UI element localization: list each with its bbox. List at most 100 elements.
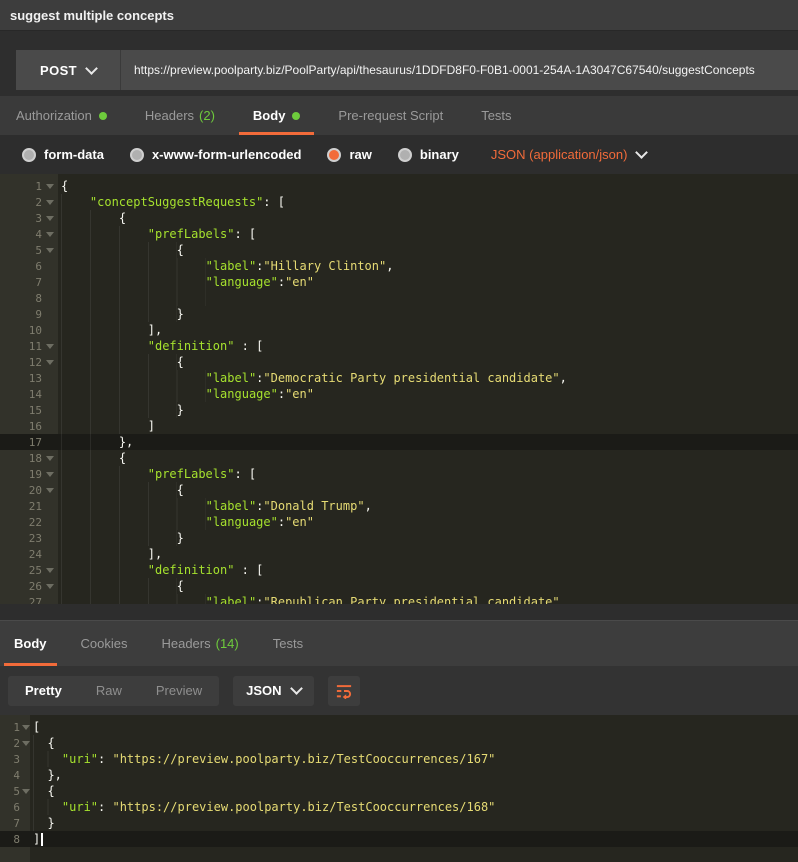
line-number: 10 xyxy=(29,324,42,337)
code-line: 4}, xyxy=(0,767,798,783)
indent-guides xyxy=(33,751,62,767)
view-mode-raw[interactable]: Raw xyxy=(79,676,139,706)
response-format-dropdown[interactable]: JSON xyxy=(233,676,313,706)
line-number: 14 xyxy=(29,388,42,401)
editor-gutter: 24 xyxy=(0,546,58,562)
url-region: POST https://preview.poolparty.biz/PoolP… xyxy=(0,31,798,96)
tab-body[interactable]: Body xyxy=(239,96,315,135)
fold-caret-icon[interactable] xyxy=(22,741,30,746)
code-line: 5{ xyxy=(0,783,798,799)
response-body-editor[interactable]: 1[2{3"uri": "https://preview.poolparty.b… xyxy=(0,715,798,862)
indent-guides xyxy=(61,210,119,226)
tab-tests[interactable]: Tests xyxy=(467,96,525,135)
json-punctuation: ] xyxy=(33,832,40,846)
json-key: "uri" xyxy=(62,800,98,814)
fold-caret-icon[interactable] xyxy=(46,456,54,461)
json-key: "label" xyxy=(206,259,257,273)
content-type-dropdown[interactable]: JSON (application/json) xyxy=(491,147,647,162)
json-string: "en" xyxy=(285,515,314,529)
body-mode-row: form-data x-www-form-urlencoded raw binary J… xyxy=(0,135,798,174)
indent-guides xyxy=(61,290,206,306)
request-body-editor[interactable]: 1{2"conceptSuggestRequests": [3{4"prefLa… xyxy=(0,174,798,604)
code-text: { xyxy=(30,735,55,751)
url-bar: POST https://preview.poolparty.biz/PoolP… xyxy=(16,50,798,90)
code-line: 16] xyxy=(0,418,798,434)
line-number: 22 xyxy=(29,516,42,529)
code-line: 17}, xyxy=(0,434,798,450)
radio-icon xyxy=(22,148,36,162)
json-punctuation: }, xyxy=(47,768,61,782)
tab-authorization[interactable]: Authorization xyxy=(2,96,121,135)
editor-gutter: 4 xyxy=(0,226,58,242)
code-text: "label":"Donald Trump", xyxy=(58,498,372,514)
view-mode-preview[interactable]: Preview xyxy=(139,676,219,706)
tab-headers[interactable]: Headers(2) xyxy=(131,96,229,135)
tab-pre-request-script[interactable]: Pre-request Script xyxy=(324,96,457,135)
response-tab-bar: Body Cookies Headers(14) Tests xyxy=(0,620,798,666)
indent-guides xyxy=(61,546,148,562)
json-punctuation: } xyxy=(177,307,184,321)
line-number: 2 xyxy=(35,196,42,209)
word-wrap-button[interactable] xyxy=(328,676,360,706)
indent-guides xyxy=(61,274,206,290)
body-mode-x-www-form-urlencoded[interactable]: x-www-form-urlencoded xyxy=(130,147,302,162)
fold-caret-icon[interactable] xyxy=(46,232,54,237)
fold-caret-icon[interactable] xyxy=(46,488,54,493)
code-line: 6"uri": "https://preview.poolparty.biz/T… xyxy=(0,799,798,815)
url-input[interactable]: https://preview.poolparty.biz/PoolParty/… xyxy=(121,50,798,90)
body-mode-form-data[interactable]: form-data xyxy=(22,147,104,162)
line-number: 2 xyxy=(13,737,20,750)
editor-gutter: 27 xyxy=(0,594,58,604)
request-tab-bar: Authorization Headers(2) BodyPre-request S… xyxy=(0,96,798,135)
fold-caret-icon[interactable] xyxy=(46,248,54,253)
fold-caret-icon[interactable] xyxy=(46,584,54,589)
code-line: 12{ xyxy=(0,354,798,370)
line-number: 24 xyxy=(29,548,42,561)
tab-label: Authorization xyxy=(16,108,92,123)
tab-cookies[interactable]: Cookies xyxy=(71,621,138,666)
fold-caret-icon[interactable] xyxy=(46,360,54,365)
fold-caret-icon[interactable] xyxy=(22,789,30,794)
json-punctuation: : xyxy=(98,752,112,766)
body-mode-label: form-data xyxy=(44,147,104,162)
editor-gutter: 15 xyxy=(0,402,58,418)
code-text: ], xyxy=(58,546,162,562)
tab-tests[interactable]: Tests xyxy=(263,621,313,666)
editor-gutter: 6 xyxy=(0,258,58,274)
tab-label: Cookies xyxy=(81,636,128,651)
fold-caret-icon[interactable] xyxy=(46,472,54,477)
code-text: ] xyxy=(58,418,155,434)
code-line: 8 xyxy=(0,290,798,306)
body-mode-binary[interactable]: binary xyxy=(398,147,459,162)
indent-guides xyxy=(61,322,148,338)
fold-caret-icon[interactable] xyxy=(46,184,54,189)
fold-caret-icon[interactable] xyxy=(46,200,54,205)
tab-headers[interactable]: Headers(14) xyxy=(151,621,248,666)
method-dropdown[interactable]: POST xyxy=(16,50,121,90)
code-line: 11"definition" : [ xyxy=(0,338,798,354)
json-string: "Donald Trump" xyxy=(263,499,364,513)
code-text: { xyxy=(58,450,126,466)
editor-gutter: 11 xyxy=(0,338,58,354)
fold-caret-icon[interactable] xyxy=(46,216,54,221)
body-mode-label: raw xyxy=(349,147,371,162)
editor-gutter: 18 xyxy=(0,450,58,466)
body-mode-raw[interactable]: raw xyxy=(327,147,371,162)
indent-guides xyxy=(61,354,177,370)
tab-body[interactable]: Body xyxy=(4,621,57,666)
code-text: "conceptSuggestRequests": [ xyxy=(58,194,285,210)
editor-gutter: 17 xyxy=(0,434,58,450)
tab-label: Headers xyxy=(145,108,194,123)
indent-guides xyxy=(61,450,119,466)
view-mode-pretty[interactable]: Pretty xyxy=(8,676,79,706)
fold-caret-icon[interactable] xyxy=(46,568,54,573)
fold-caret-icon[interactable] xyxy=(46,344,54,349)
json-string: "Democratic Party presidential candidate… xyxy=(263,371,559,385)
fold-caret-icon[interactable] xyxy=(22,725,30,730)
json-punctuation: , xyxy=(560,371,567,385)
editor-gutter: 22 xyxy=(0,514,58,530)
indent-guides xyxy=(61,402,177,418)
code-text: { xyxy=(58,482,184,498)
line-number: 16 xyxy=(29,420,42,433)
code-line: 25"definition" : [ xyxy=(0,562,798,578)
